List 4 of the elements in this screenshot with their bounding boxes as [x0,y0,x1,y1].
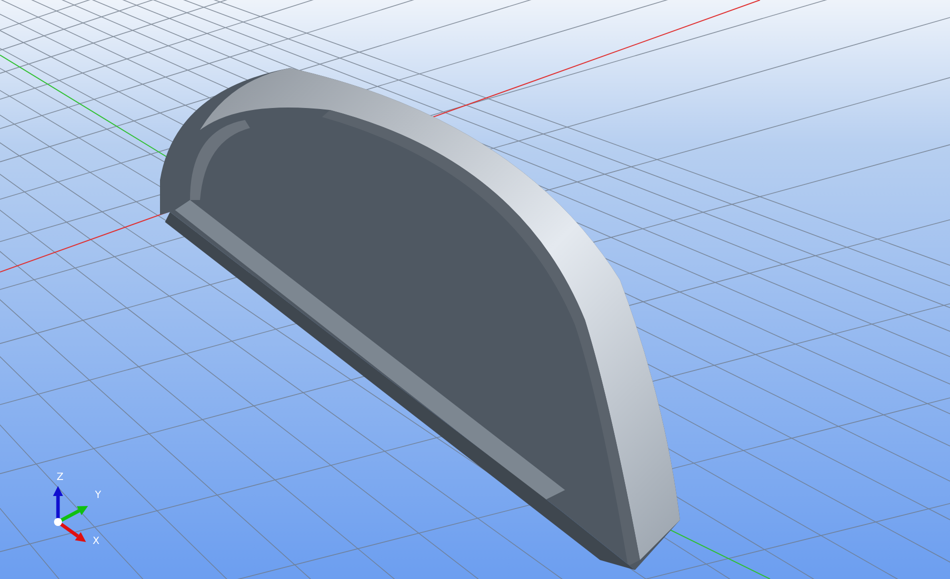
axis-label: X [92,536,100,547]
axis-label: Z [56,472,64,483]
axis-label: Y [94,490,102,501]
origin-icon [54,518,62,526]
